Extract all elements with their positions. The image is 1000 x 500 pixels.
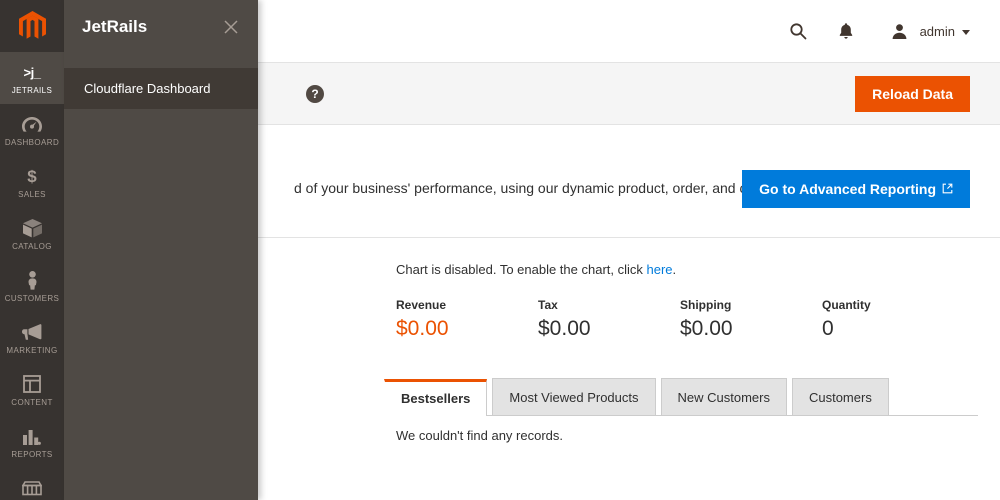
go-to-advanced-reporting-label: Go to Advanced Reporting bbox=[759, 181, 936, 197]
stat-shipping: Shipping $0.00 bbox=[680, 298, 822, 341]
dashboard-stats-row: Revenue $0.00 Tax $0.00 Shipping $0.00 Q… bbox=[396, 298, 964, 341]
tab-new-customers[interactable]: New Customers bbox=[660, 378, 787, 415]
sidebar-item-content[interactable]: Content bbox=[0, 364, 64, 416]
sidebar-item-label: Content bbox=[11, 398, 53, 407]
box-icon bbox=[22, 218, 42, 238]
dashboard-gauge-icon bbox=[22, 114, 42, 134]
stat-value: $0.00 bbox=[680, 317, 733, 340]
sidebar-item-label: Marketing bbox=[6, 346, 58, 355]
go-to-advanced-reporting-button[interactable]: Go to Advanced Reporting bbox=[742, 170, 970, 208]
stat-label: Tax bbox=[538, 298, 558, 312]
sidebar-item-sales[interactable]: $ Sales bbox=[0, 156, 64, 208]
bell-icon[interactable] bbox=[833, 18, 859, 44]
sidebar-item-label: Catalog bbox=[12, 242, 52, 251]
sidebar-nav: >j_ JetRails Dashboard $ Sales bbox=[0, 0, 64, 500]
storefront-icon bbox=[22, 478, 42, 498]
jetrails-menu-item-cloudflare-dashboard[interactable]: Cloudflare Dashboard bbox=[64, 68, 258, 109]
chart-disabled-note: Chart is disabled. To enable the chart, … bbox=[396, 262, 676, 277]
sidebar-item-label: Dashboard bbox=[4, 138, 60, 147]
close-icon[interactable] bbox=[220, 16, 242, 38]
sidebar-item-reports[interactable]: Reports bbox=[0, 416, 64, 468]
search-icon[interactable] bbox=[785, 18, 811, 44]
jetrails-panel-header: JetRails bbox=[64, 0, 258, 38]
chart-note-prefix: Chart is disabled. To enable the chart, … bbox=[396, 262, 647, 277]
layout-window-icon bbox=[23, 374, 41, 394]
stat-tax: Tax $0.00 bbox=[538, 298, 680, 341]
sidebar-item-label: Reports bbox=[11, 450, 53, 459]
megaphone-icon bbox=[22, 322, 42, 342]
dashboard-tabs: Bestsellers Most Viewed Products New Cus… bbox=[384, 378, 978, 416]
sidebar-item-dashboard[interactable]: Dashboard bbox=[0, 104, 64, 156]
stat-value: $0.00 bbox=[538, 317, 591, 340]
tab-most-viewed-products[interactable]: Most Viewed Products bbox=[492, 378, 656, 415]
terminal-prompt-icon: >j_ bbox=[23, 64, 41, 80]
stat-label: Shipping bbox=[680, 298, 732, 312]
sidebar-item-label: Customers bbox=[4, 294, 60, 303]
user-avatar-icon bbox=[887, 18, 913, 44]
sidebar-item-label: JetRails bbox=[11, 86, 53, 95]
sidebar-item-marketing[interactable]: Marketing bbox=[0, 312, 64, 364]
user-menu[interactable]: admin bbox=[887, 18, 970, 44]
stat-quantity: Quantity 0 bbox=[822, 298, 964, 341]
tab-empty-message: We couldn't find any records. bbox=[396, 428, 563, 443]
dollar-sign-icon: $ bbox=[25, 166, 39, 186]
sidebar-item-jetrails[interactable]: >j_ JetRails bbox=[0, 52, 64, 104]
enable-chart-link[interactable]: here bbox=[647, 262, 673, 277]
tab-customers[interactable]: Customers bbox=[791, 378, 889, 415]
admin-dashboard-screen: admin ? Reload Data d of your business' … bbox=[0, 0, 1000, 500]
sidebar-item-catalog[interactable]: Catalog bbox=[0, 208, 64, 260]
chevron-down-icon bbox=[962, 29, 970, 35]
jetrails-panel-title: JetRails bbox=[82, 17, 148, 36]
help-icon[interactable]: ? bbox=[306, 84, 324, 103]
reload-data-button[interactable]: Reload Data bbox=[855, 75, 970, 112]
sidebar-item-stores[interactable]: Stores bbox=[0, 468, 64, 500]
header-icon-group: admin bbox=[785, 18, 970, 44]
stat-value: $0.00 bbox=[396, 317, 449, 340]
sidebar-item-customers[interactable]: Customers bbox=[0, 260, 64, 312]
stat-revenue: Revenue $0.00 bbox=[396, 298, 538, 341]
stat-label: Revenue bbox=[396, 298, 447, 312]
sidebar-item-label: Sales bbox=[18, 190, 46, 199]
jetrails-submenu-panel: JetRails Cloudflare Dashboard bbox=[64, 0, 258, 500]
bar-chart-icon bbox=[23, 426, 41, 446]
chart-note-suffix: . bbox=[672, 262, 677, 277]
person-icon bbox=[26, 270, 39, 290]
user-name-label: admin bbox=[919, 23, 955, 39]
jetrails-panel-menu: Cloudflare Dashboard bbox=[64, 68, 258, 109]
magento-logo-icon[interactable] bbox=[0, 0, 64, 52]
svg-text:$: $ bbox=[27, 167, 37, 186]
stat-value: 0 bbox=[822, 317, 834, 340]
external-link-icon bbox=[942, 181, 953, 197]
stat-label: Quantity bbox=[822, 298, 871, 312]
tab-bestsellers[interactable]: Bestsellers bbox=[384, 379, 488, 416]
